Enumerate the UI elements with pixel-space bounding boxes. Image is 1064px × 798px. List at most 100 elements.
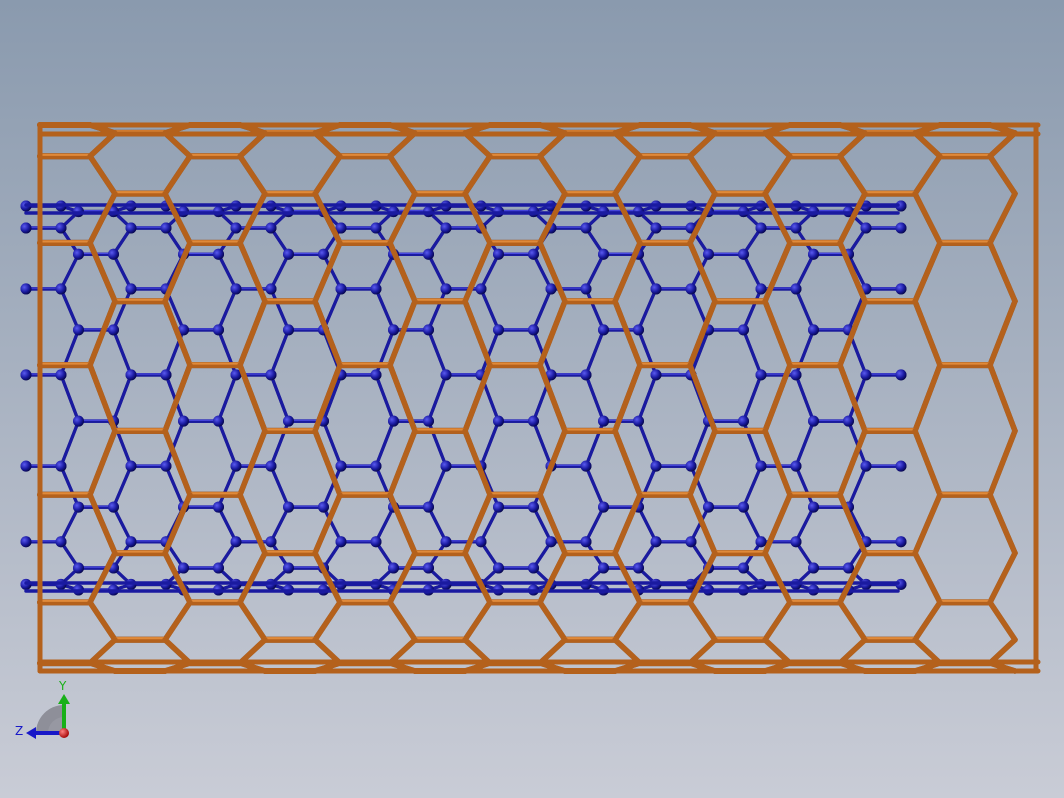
inner-nanotube-atom [20,283,32,295]
inner-nanotube-atom [545,283,557,295]
inner-nanotube-atom [755,283,767,295]
inner-nanotube-atom [213,562,224,574]
inner-nanotube-atom [230,536,242,548]
inner-nanotube-atom [73,248,84,260]
inner-nanotube-atom [475,536,487,548]
inner-nanotube-atom [808,501,819,513]
inner-nanotube-atom [685,460,697,472]
inner-nanotube-atom [55,536,67,548]
inner-nanotube-atom [213,501,224,513]
inner-nanotube-atom [125,460,137,472]
inner-nanotube-atom [178,415,189,427]
inner-nanotube-atom [650,536,662,548]
inner-nanotube-atom [633,324,644,336]
inner-nanotube-atom [73,324,84,336]
inner-nanotube-atom [388,562,399,574]
inner-nanotube-atom [55,222,67,234]
inner-nanotube-atom [370,460,382,472]
inner-nanotube-atom [283,324,294,336]
inner-nanotube-atom [230,460,242,472]
inner-nanotube-atom [738,562,749,574]
inner-nanotube-atom [73,501,84,513]
inner-nanotube-atom [423,248,434,260]
viewport-background [0,0,1064,798]
inner-nanotube-atom [755,460,767,472]
inner-nanotube-atom [895,369,907,381]
inner-nanotube-atom [160,460,172,472]
inner-nanotube-atom [808,415,819,427]
inner-nanotube-atom [738,324,749,336]
inner-nanotube-atom [335,536,347,548]
inner-nanotube-atom [230,222,242,234]
inner-nanotube-atom [580,283,592,295]
inner-nanotube-atom [860,460,872,472]
inner-nanotube-atom [703,248,714,260]
inner-nanotube-atom [20,460,32,472]
inner-nanotube-atom [493,415,504,427]
inner-nanotube-atom [388,415,399,427]
inner-nanotube-atom [55,369,67,381]
inner-nanotube-atom [895,283,907,295]
inner-nanotube-atom [580,369,592,381]
inner-nanotube-atom [528,324,539,336]
inner-nanotube-atom [20,369,32,381]
inner-nanotube-atom [230,283,242,295]
inner-nanotube-atom [265,460,277,472]
inner-nanotube-atom [125,536,137,548]
inner-nanotube-atom [108,324,119,336]
inner-nanotube-atom [528,248,539,260]
inner-nanotube-atom [370,283,382,295]
inner-nanotube-atom [108,248,119,260]
inner-nanotube-atom [598,415,609,427]
inner-nanotube-atom [650,283,662,295]
inner-nanotube-atom [895,222,907,234]
inner-nanotube-atom [318,248,329,260]
triad-x-axis-dot [59,728,69,738]
inner-nanotube-atom [580,536,592,548]
inner-nanotube-atom [843,562,854,574]
inner-nanotube-atom [895,460,907,472]
inner-nanotube-atom [335,283,347,295]
inner-nanotube-atom [423,501,434,513]
graphics-viewport[interactable]: Y Z [0,0,1064,798]
inner-nanotube-atom [370,369,382,381]
inner-nanotube-atom [580,460,592,472]
inner-nanotube-atom [493,501,504,513]
inner-nanotube-atom [213,324,224,336]
inner-nanotube-atom [790,222,802,234]
inner-nanotube-atom [440,283,452,295]
inner-nanotube-atom [160,222,172,234]
inner-nanotube-atom [598,501,609,513]
inner-nanotube-atom [440,536,452,548]
inner-nanotube-atom [685,536,697,548]
triad-y-label: Y [58,679,67,693]
inner-nanotube-atom [213,248,224,260]
inner-nanotube-atom [738,248,749,260]
inner-nanotube-atom [580,222,592,234]
inner-nanotube-atom [440,369,452,381]
triad-z-label: Z [15,724,23,738]
inner-nanotube-atom [808,562,819,574]
inner-nanotube-atom [650,222,662,234]
inner-nanotube-atom [808,248,819,260]
inner-nanotube-atom [755,536,767,548]
inner-nanotube-atom [423,562,434,574]
inner-nanotube-atom [633,415,644,427]
inner-nanotube-atom [860,222,872,234]
inner-nanotube-atom [283,415,294,427]
inner-nanotube-atom [265,222,277,234]
inner-nanotube-atom [528,562,539,574]
inner-nanotube-atom [493,248,504,260]
inner-nanotube-atom [283,248,294,260]
inner-nanotube-atom [370,222,382,234]
inner-nanotube-atom [20,536,32,548]
inner-nanotube-atom [755,369,767,381]
inner-nanotube-atom [265,283,277,295]
inner-nanotube-atom [318,501,329,513]
inner-nanotube-atom [475,283,487,295]
inner-nanotube-atom [265,369,277,381]
inner-nanotube-atom [388,324,399,336]
inner-nanotube-atom [790,369,802,381]
inner-nanotube-atom [685,283,697,295]
inner-nanotube-atom [650,369,662,381]
